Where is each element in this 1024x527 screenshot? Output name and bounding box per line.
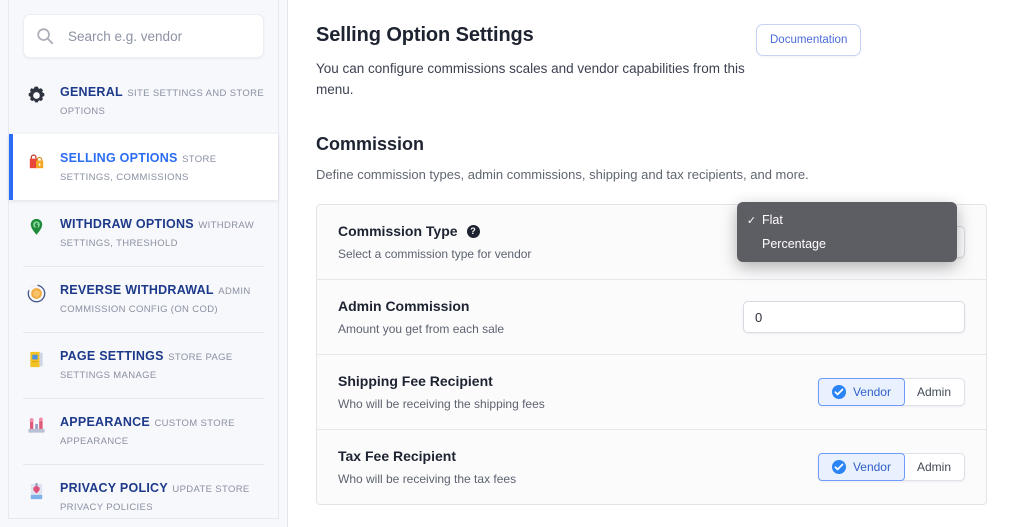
segment-label: Vendor [852, 460, 891, 474]
sidebar-item-text: REVERSE WITHDRAWAL ADMIN COMMISSION CONF… [60, 281, 264, 317]
row-title-wrap: Tax Fee Recipient [338, 447, 818, 465]
row-label: Commission Type ? Select a commission ty… [338, 222, 743, 262]
sidebar-item-text: GENERAL SITE SETTINGS AND STORE OPTIONS [60, 83, 264, 119]
sidebar-item-text: WITHDRAW OPTIONS WITHDRAW SETTINGS, THRE… [60, 215, 264, 251]
sidebar-item-title: REVERSE WITHDRAWAL [60, 283, 214, 297]
sidebar-item-title: WITHDRAW OPTIONS [60, 217, 194, 231]
check-icon: ✓ [746, 214, 757, 227]
row-commission-type: Commission Type ? Select a commission ty… [317, 202, 986, 279]
gear-icon [25, 84, 47, 106]
page-header: Selling Option Settings You can configur… [316, 22, 1000, 100]
dropdown-option-label: Flat [762, 213, 783, 227]
sidebar-item-title: SELLING OPTIONS [60, 151, 178, 165]
page-title: Selling Option Settings [316, 24, 534, 46]
sidebar-item-title: APPEARANCE [60, 415, 151, 429]
shipping-fee-option-admin[interactable]: Admin [903, 378, 965, 406]
row-subtitle: Who will be receiving the shipping fees [338, 397, 545, 411]
sidebar-item-withdraw-options[interactable]: $ WITHDRAW OPTIONS WITHDRAW SETTINGS, TH… [9, 200, 278, 266]
row-admin-commission: Admin Commission Amount you get from eac… [317, 279, 986, 354]
shipping-fee-segmented: Vendor Admin [817, 378, 965, 406]
sidebar-item-title: GENERAL [60, 85, 123, 99]
tax-fee-control: Vendor Admin [817, 453, 965, 481]
check-circle-icon [831, 460, 846, 474]
sidebar-panel: GENERAL SITE SETTINGS AND STORE OPTIONS [8, 0, 279, 519]
row-title-wrap: Commission Type ? [338, 222, 743, 240]
money-pin-icon: $ [25, 216, 47, 238]
commission-card: Commission Type ? Select a commission ty… [316, 202, 987, 505]
tax-fee-option-admin[interactable]: Admin [903, 453, 965, 481]
main-content: Selling Option Settings You can configur… [288, 0, 1024, 527]
sidebar-item-selling-options[interactable]: SELLING OPTIONS STORE SETTINGS, COMMISSI… [9, 134, 278, 200]
app-root: GENERAL SITE SETTINGS AND STORE OPTIONS [0, 0, 1024, 527]
document-icon [25, 480, 47, 502]
sidebar-item-appearance[interactable]: APPEARANCE CUSTOM STORE APPEARANCE [9, 398, 278, 464]
page-description: You can configure commissions scales and… [316, 61, 745, 97]
sidebar-item-text: SELLING OPTIONS STORE SETTINGS, COMMISSI… [60, 149, 264, 185]
help-icon[interactable]: ? [466, 224, 480, 238]
row-subtitle: Amount you get from each sale [338, 322, 505, 336]
row-title: Shipping Fee Recipient [338, 373, 493, 389]
svg-text:$: $ [34, 223, 38, 229]
coin-refresh-icon [25, 282, 47, 304]
commission-section-description: Define commission types, admin commissio… [316, 167, 809, 182]
storefront-icon [25, 414, 47, 436]
admin-commission-control [743, 301, 965, 333]
row-label: Shipping Fee Recipient Who will be recei… [338, 372, 818, 412]
segment-label: Admin [916, 460, 951, 474]
shopping-bags-icon [25, 150, 47, 172]
search-icon [36, 27, 54, 45]
row-subtitle: Select a commission type for vendor [338, 247, 532, 261]
sidebar-item-title: PRIVACY POLICY [60, 481, 168, 495]
check-circle-icon [831, 385, 846, 399]
commission-type-control: ✓ Flat Percentage [737, 202, 965, 262]
row-tax-fee-recipient: Tax Fee Recipient Who will be receiving … [317, 429, 986, 504]
row-title: Admin Commission [338, 298, 470, 314]
commission-type-dropdown[interactable]: ✓ Flat Percentage [737, 202, 957, 262]
row-label: Admin Commission Amount you get from eac… [338, 297, 743, 337]
row-title: Commission Type [338, 223, 458, 239]
documentation-button[interactable]: Documentation [756, 24, 862, 56]
dropdown-option-flat[interactable]: ✓ Flat [737, 208, 957, 232]
shipping-fee-option-vendor[interactable]: Vendor [817, 378, 905, 406]
tax-fee-segmented: Vendor Admin [817, 453, 965, 481]
row-title-wrap: Admin Commission [338, 297, 743, 315]
sidebar-item-privacy-policy[interactable]: PRIVACY POLICY UPDATE STORE PRIVACY POLI… [9, 464, 278, 527]
page-header-text: Selling Option Settings You can configur… [316, 22, 756, 100]
sidebar-item-title: PAGE SETTINGS [60, 349, 164, 363]
search-input[interactable] [68, 28, 251, 44]
segment-label: Vendor [852, 385, 891, 399]
search-box[interactable] [23, 14, 264, 58]
page-book-icon [25, 348, 47, 370]
commission-section-title: Commission [316, 134, 425, 154]
row-title-wrap: Shipping Fee Recipient [338, 372, 818, 390]
sidebar-item-text: PAGE SETTINGS STORE PAGE SETTINGS MANAGE [60, 347, 264, 383]
sidebar-item-general[interactable]: GENERAL SITE SETTINGS AND STORE OPTIONS [9, 68, 278, 134]
row-shipping-fee-recipient: Shipping Fee Recipient Who will be recei… [317, 354, 986, 429]
row-title: Tax Fee Recipient [338, 448, 457, 464]
sidebar-item-text: APPEARANCE CUSTOM STORE APPEARANCE [60, 413, 264, 449]
segment-label: Admin [916, 385, 951, 399]
sidebar-item-page-settings[interactable]: PAGE SETTINGS STORE PAGE SETTINGS MANAGE [9, 332, 278, 398]
row-subtitle: Who will be receiving the tax fees [338, 472, 517, 486]
dropdown-option-percentage[interactable]: Percentage [737, 232, 957, 256]
sidebar: GENERAL SITE SETTINGS AND STORE OPTIONS [0, 0, 288, 527]
sidebar-item-text: PRIVACY POLICY UPDATE STORE PRIVACY POLI… [60, 479, 264, 515]
row-label: Tax Fee Recipient Who will be receiving … [338, 447, 818, 487]
sidebar-nav: GENERAL SITE SETTINGS AND STORE OPTIONS [9, 68, 278, 527]
dropdown-option-label: Percentage [762, 237, 826, 251]
admin-commission-input[interactable] [743, 301, 965, 333]
sidebar-search-area [9, 0, 278, 68]
tax-fee-option-vendor[interactable]: Vendor [817, 453, 905, 481]
shipping-fee-control: Vendor Admin [817, 378, 965, 406]
sidebar-item-reverse-withdrawal[interactable]: REVERSE WITHDRAWAL ADMIN COMMISSION CONF… [9, 266, 278, 332]
